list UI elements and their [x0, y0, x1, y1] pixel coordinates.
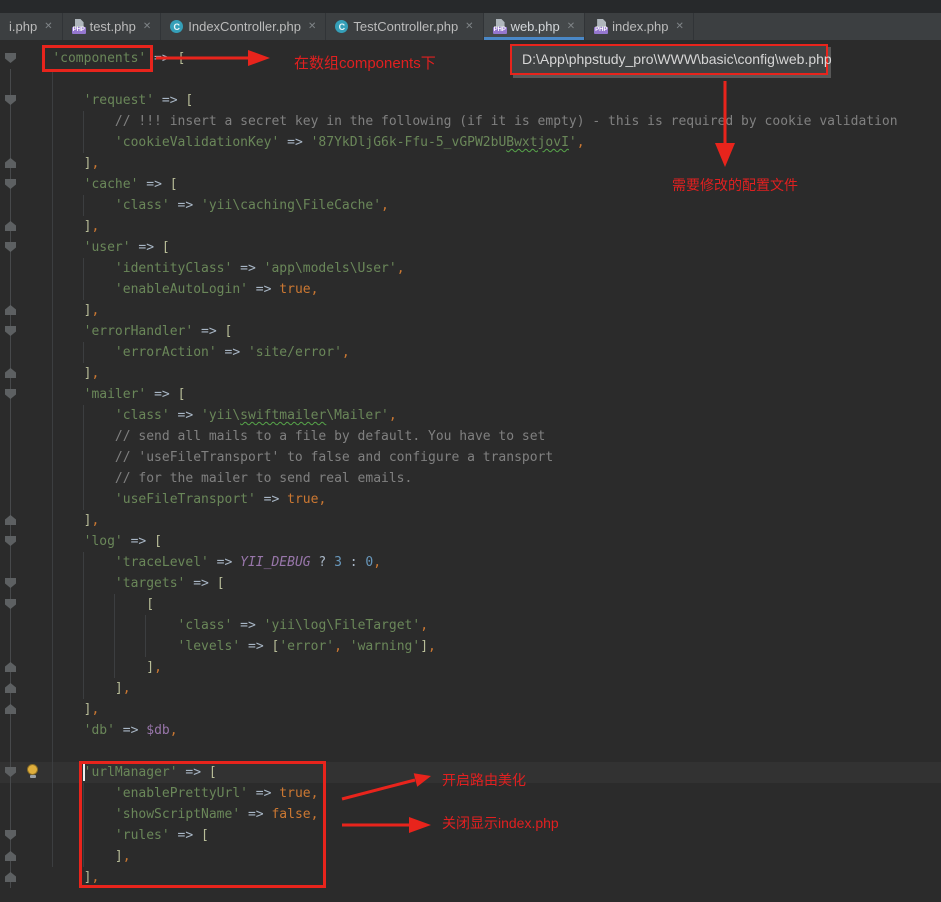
code-line[interactable]: ], — [21, 678, 941, 699]
editor-pane[interactable]: 'components' => [ 'request' => [ // !!! … — [0, 40, 941, 902]
fold-end-icon[interactable] — [5, 662, 16, 672]
fold-collapse-icon[interactable] — [5, 179, 16, 189]
code-line[interactable]: 'request' => [ — [21, 90, 941, 111]
code-line[interactable]: 'components' => [ — [21, 48, 941, 69]
code-line[interactable]: 'user' => [ — [21, 237, 941, 258]
code-line[interactable]: ], — [21, 153, 941, 174]
php-file-icon: PHP — [492, 19, 507, 34]
code-line[interactable] — [21, 741, 941, 762]
code-area[interactable]: 'components' => [ 'request' => [ // !!! … — [21, 48, 941, 888]
tab-TestController.php[interactable]: C TestController.php ✕ — [326, 13, 484, 40]
code-line[interactable]: ], — [21, 846, 941, 867]
window-titlebar — [0, 0, 941, 13]
tab-label: index.php — [612, 19, 669, 34]
code-line[interactable]: 'targets' => [ — [21, 573, 941, 594]
php-file-icon: PHP — [71, 19, 86, 34]
gutter-divider — [10, 69, 11, 888]
code-line[interactable]: 'errorHandler' => [ — [21, 321, 941, 342]
code-line[interactable]: // 'useFileTransport' to false and confi… — [21, 447, 941, 468]
fold-collapse-icon[interactable] — [5, 389, 16, 399]
fold-collapse-icon[interactable] — [5, 242, 16, 252]
code-line[interactable]: 'log' => [ — [21, 531, 941, 552]
ide-window: { "tabs": [ { "label": "i.php", "icon": … — [0, 0, 941, 902]
fold-collapse-icon[interactable] — [5, 830, 16, 840]
fold-end-icon[interactable] — [5, 704, 16, 714]
code-line[interactable]: 'cache' => [ — [21, 174, 941, 195]
code-line[interactable]: 'class' => 'yii\caching\FileCache', — [21, 195, 941, 216]
code-line[interactable]: 'rules' => [ — [21, 825, 941, 846]
fold-collapse-icon[interactable] — [5, 53, 16, 63]
code-line[interactable]: 'useFileTransport' => true, — [21, 489, 941, 510]
tab-label: test.php — [89, 19, 136, 34]
code-line[interactable]: [ — [21, 594, 941, 615]
code-line[interactable]: ], — [21, 363, 941, 384]
code-line[interactable]: // for the mailer to send real emails. — [21, 468, 941, 489]
code-line[interactable]: 'urlManager' => [ — [21, 762, 941, 783]
tab-close-icon[interactable]: ✕ — [143, 21, 151, 32]
tab-IndexController.php[interactable]: C IndexController.php ✕ — [161, 13, 327, 40]
code-line[interactable]: 'enableAutoLogin' => true, — [21, 279, 941, 300]
code-line[interactable] — [21, 69, 941, 90]
code-line[interactable]: 'enablePrettyUrl' => true, — [21, 783, 941, 804]
fold-collapse-icon[interactable] — [5, 536, 16, 546]
tab-web.php[interactable]: PHP web.php ✕ — [483, 13, 586, 40]
class-icon: C — [170, 20, 184, 33]
fold-end-icon[interactable] — [5, 872, 16, 882]
code-line[interactable]: 'class' => 'yii\log\FileTarget', — [21, 615, 941, 636]
code-line[interactable]: 'identityClass' => 'app\models\User', — [21, 258, 941, 279]
code-line[interactable]: 'cookieValidationKey' => '87YkDljG6k-Ffu… — [21, 132, 941, 153]
code-line[interactable]: ], — [21, 867, 941, 888]
code-line[interactable]: ], — [21, 657, 941, 678]
code-line[interactable]: ], — [21, 699, 941, 720]
tab-label: TestController.php — [353, 19, 459, 34]
tab-close-icon[interactable]: ✕ — [308, 21, 316, 32]
fold-collapse-icon[interactable] — [5, 599, 16, 609]
code-line[interactable]: 'class' => 'yii\swiftmailer\Mailer', — [21, 405, 941, 426]
code-line[interactable]: 'traceLevel' => YII_DEBUG ? 3 : 0, — [21, 552, 941, 573]
code-line[interactable]: 'db' => $db, — [21, 720, 941, 741]
tab-label: IndexController.php — [188, 19, 301, 34]
fold-end-icon[interactable] — [5, 851, 16, 861]
tab-close-icon[interactable]: ✕ — [44, 21, 52, 32]
tab-label: i.php — [9, 19, 38, 34]
fold-end-icon[interactable] — [5, 158, 16, 168]
code-line[interactable]: ], — [21, 216, 941, 237]
code-line[interactable]: // send all mails to a file by default. … — [21, 426, 941, 447]
tab-close-icon[interactable]: ✕ — [465, 21, 473, 32]
fold-collapse-icon[interactable] — [5, 326, 16, 336]
tab-i.php[interactable]: i.php ✕ — [0, 13, 63, 40]
text-caret — [83, 764, 85, 781]
fold-end-icon[interactable] — [5, 221, 16, 231]
code-line[interactable]: 'errorAction' => 'site/error', — [21, 342, 941, 363]
tab-test.php[interactable]: PHP test.php ✕ — [63, 13, 162, 40]
class-icon: C — [335, 20, 349, 33]
code-line[interactable]: ], — [21, 510, 941, 531]
fold-end-icon[interactable] — [5, 305, 16, 315]
tab-index.php[interactable]: PHP index.php ✕ — [585, 13, 694, 40]
tab-label: web.php — [510, 19, 560, 34]
code-line[interactable]: // !!! insert a secret key in the follow… — [21, 111, 941, 132]
tab-close-icon[interactable]: ✕ — [676, 21, 684, 32]
fold-end-icon[interactable] — [5, 368, 16, 378]
fold-end-icon[interactable] — [5, 515, 16, 525]
fold-end-icon[interactable] — [5, 683, 16, 693]
fold-collapse-icon[interactable] — [5, 578, 16, 588]
code-line[interactable]: 'mailer' => [ — [21, 384, 941, 405]
code-line[interactable]: 'showScriptName' => false, — [21, 804, 941, 825]
fold-collapse-icon[interactable] — [5, 95, 16, 105]
intention-bulb-icon[interactable] — [27, 764, 39, 779]
code-line[interactable]: 'levels' => ['error', 'warning'], — [21, 636, 941, 657]
php-file-icon: PHP — [594, 19, 609, 34]
tab-close-icon[interactable]: ✕ — [567, 21, 575, 32]
tab-bar: i.php ✕ PHP test.php ✕ C IndexController.php ✕ C… — [0, 13, 941, 40]
code-line[interactable]: ], — [21, 300, 941, 321]
